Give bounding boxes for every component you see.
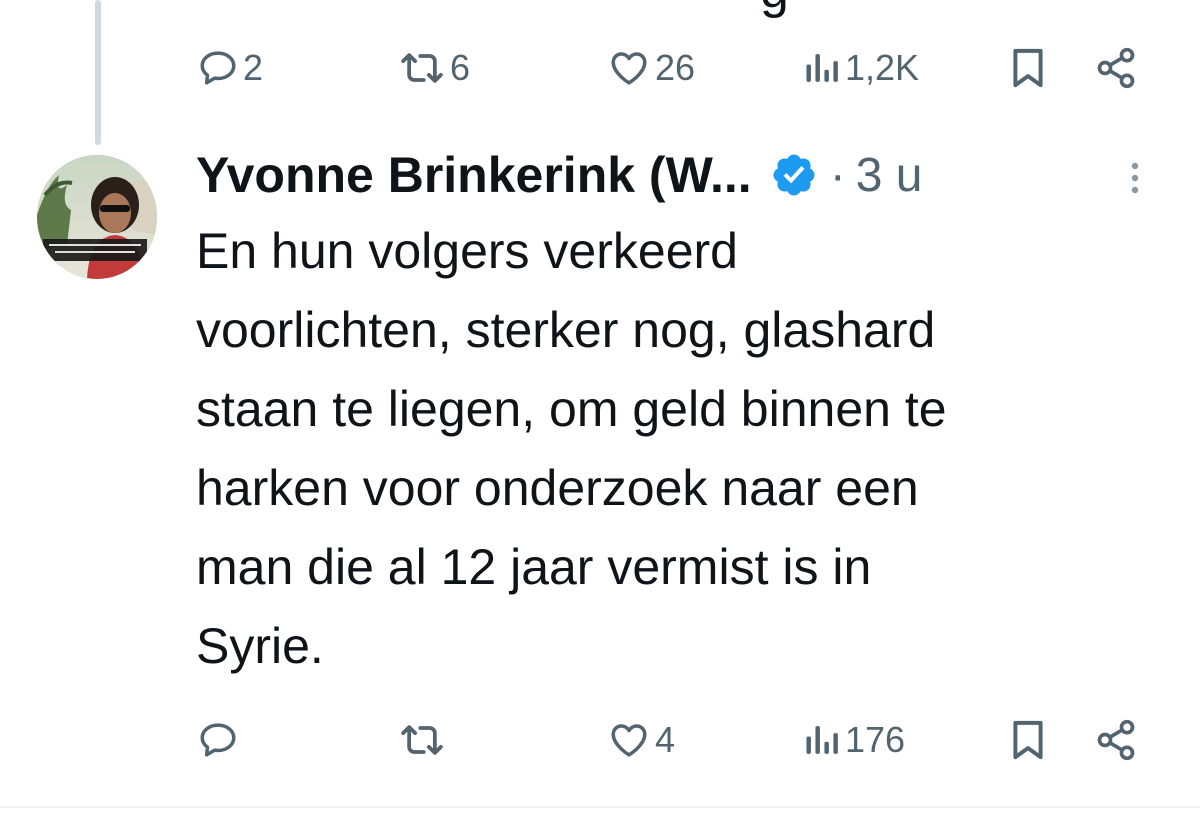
reply-count: 2 xyxy=(243,47,264,88)
views-button[interactable]: 1,2K xyxy=(803,38,919,98)
share-icon xyxy=(1097,47,1135,89)
repost-button[interactable]: 6 xyxy=(398,38,470,98)
repost-count: 6 xyxy=(450,47,471,88)
repost-icon xyxy=(401,725,443,755)
avatar-photo xyxy=(37,155,157,279)
like-count: 4 xyxy=(655,719,676,760)
bookmark-button[interactable] xyxy=(1010,710,1046,770)
like-button[interactable]: 4 xyxy=(607,710,675,770)
previous-tweet-clipped-text: g xyxy=(760,0,789,20)
bookmark-icon xyxy=(1013,720,1043,760)
views-icon xyxy=(806,54,838,82)
header-separator: · xyxy=(829,148,846,202)
views-button[interactable]: 176 xyxy=(803,710,905,770)
reply-button[interactable] xyxy=(197,710,243,770)
share-button[interactable] xyxy=(1094,38,1138,98)
author-avatar[interactable] xyxy=(37,155,157,279)
tweet-text: En hun volgers verkeerd voorlichten, ste… xyxy=(196,223,947,674)
tweet-timestamp[interactable]: 3 u xyxy=(856,148,923,203)
views-count: 1,2K xyxy=(845,47,920,88)
bookmark-icon xyxy=(1013,48,1043,88)
tweet-header: Yvonne Brinkerink (W... · 3 u xyxy=(196,140,922,210)
more-options-button[interactable] xyxy=(1120,158,1150,198)
views-icon xyxy=(806,726,838,754)
author-name[interactable]: Yvonne Brinkerink (W... xyxy=(196,146,752,204)
previous-tweet-action-bar: 2 6 26 1,2K xyxy=(0,38,1200,98)
more-options-icon xyxy=(1131,162,1139,194)
reply-button[interactable]: 2 xyxy=(197,38,263,98)
repost-button[interactable] xyxy=(398,710,450,770)
tweet-divider xyxy=(0,806,1200,808)
like-icon xyxy=(611,724,647,757)
like-button[interactable]: 26 xyxy=(607,38,695,98)
share-button[interactable] xyxy=(1094,710,1138,770)
tweet-action-bar: 4 176 xyxy=(0,710,1200,770)
views-count: 176 xyxy=(845,719,906,760)
bookmark-button[interactable] xyxy=(1010,38,1046,98)
reply-icon xyxy=(200,51,236,85)
verified-badge-icon xyxy=(770,151,818,199)
like-count: 26 xyxy=(655,47,696,88)
share-icon xyxy=(1097,719,1135,761)
reply-icon xyxy=(200,723,236,757)
repost-icon xyxy=(401,53,443,83)
like-icon xyxy=(611,52,647,85)
